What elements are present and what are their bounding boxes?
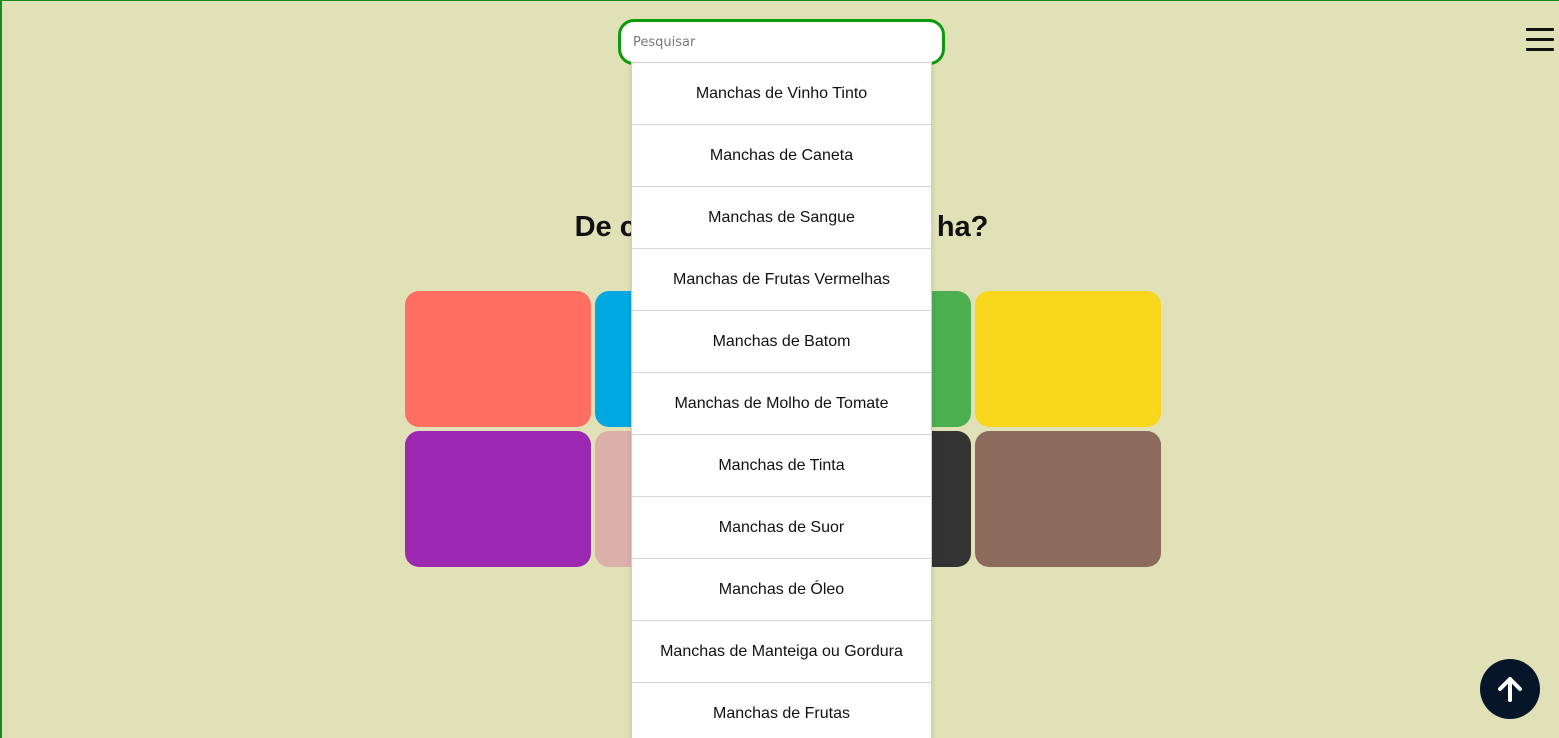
arrow-up-icon xyxy=(1498,677,1522,702)
color-tile-red[interactable] xyxy=(405,291,591,427)
hamburger-menu-icon[interactable] xyxy=(1526,28,1554,52)
suggestion-item[interactable]: Manchas de Frutas Vermelhas xyxy=(632,249,931,311)
color-tile-yellow[interactable] xyxy=(975,291,1161,427)
page-title-start: De c xyxy=(574,211,636,243)
suggestion-item[interactable]: Manchas de Tinta xyxy=(632,435,931,497)
suggestion-item[interactable]: Manchas de Óleo xyxy=(632,559,931,621)
suggestion-item[interactable]: Manchas de Suor xyxy=(632,497,931,559)
back-to-top-button[interactable] xyxy=(1480,659,1540,719)
suggestion-item[interactable]: Manchas de Sangue xyxy=(632,187,931,249)
suggestion-item[interactable]: Manchas de Molho de Tomate xyxy=(632,373,931,435)
color-tile-brown[interactable] xyxy=(975,431,1161,567)
search-suggestions-dropdown: Manchas de Vinho Tinto Manchas de Caneta M… xyxy=(631,62,932,738)
search-input[interactable] xyxy=(618,19,945,65)
page-title-end: ha? xyxy=(936,211,989,243)
color-tile-purple[interactable] xyxy=(405,431,591,567)
suggestion-item[interactable]: Manchas de Caneta xyxy=(632,125,931,187)
suggestion-item[interactable]: Manchas de Frutas xyxy=(632,683,931,738)
suggestion-item[interactable]: Manchas de Batom xyxy=(632,311,931,373)
suggestion-item[interactable]: Manchas de Vinho Tinto xyxy=(632,63,931,125)
suggestion-item[interactable]: Manchas de Manteiga ou Gordura xyxy=(632,621,931,683)
